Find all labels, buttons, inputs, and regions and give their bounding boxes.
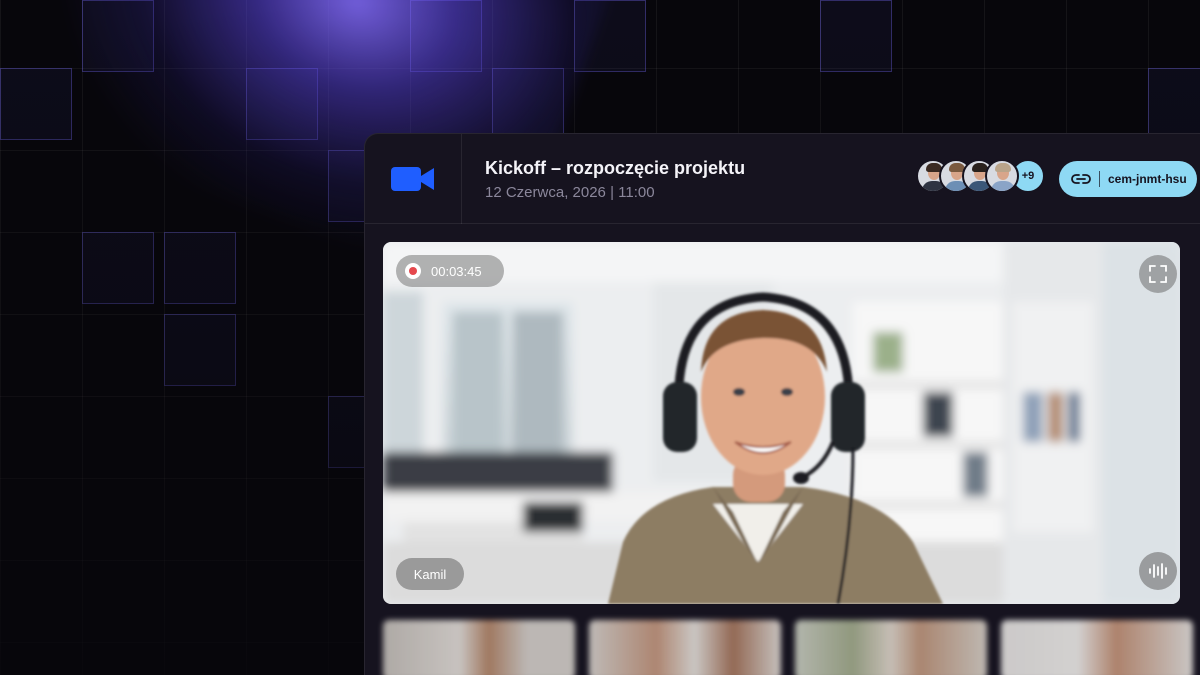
link-separator [1099, 171, 1100, 187]
participant-thumbnail[interactable] [383, 620, 575, 675]
recording-timer: 00:03:45 [396, 255, 504, 287]
meeting-link-button[interactable]: cem-jnmt-hsu [1059, 161, 1197, 197]
recording-time: 00:03:45 [431, 263, 482, 279]
fullscreen-icon [1149, 265, 1167, 283]
participant-thumbnail[interactable] [589, 620, 781, 675]
audio-waveform-icon [1149, 563, 1167, 579]
participant-thumbnail[interactable] [795, 620, 987, 675]
speaker-name: Kamil [413, 566, 447, 582]
link-icon [1071, 174, 1091, 184]
recording-dot-icon [405, 263, 421, 279]
video-scene [383, 242, 1180, 604]
meeting-title: Kickoff – rozpoczęcie projektu [485, 158, 746, 178]
audio-level-button[interactable] [1139, 552, 1177, 590]
meeting-window: Kickoff – rozpoczęcie projektu 12 Czerwc… [364, 133, 1200, 675]
video-camera-icon [391, 167, 434, 191]
speaker-name-tag: Kamil [396, 558, 464, 590]
meeting-header: Kickoff – rozpoczęcie projektu 12 Czerwc… [365, 134, 1200, 224]
app-logo [365, 134, 462, 224]
fullscreen-button[interactable] [1139, 255, 1177, 293]
participant-avatars[interactable]: +9 [916, 159, 1045, 195]
meeting-date: 12 Czerwca, 2026 | 11:00 [485, 184, 655, 201]
main-video-feed[interactable]: 00:03:45 Kamil [383, 242, 1180, 604]
avatar [985, 159, 1019, 193]
participant-thumbnail[interactable] [1001, 620, 1193, 675]
meeting-code: cem-jnmt-hsu [1108, 172, 1187, 186]
